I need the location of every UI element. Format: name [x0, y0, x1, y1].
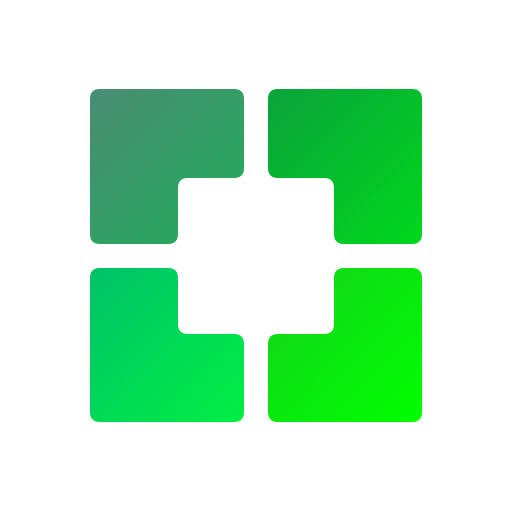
logo-quadrant-bottom-right: [268, 268, 422, 422]
logo-canvas: [0, 0, 512, 512]
logo-quadrant-top-left: [90, 89, 244, 244]
four-corner-bracket-logo-icon: [90, 89, 422, 422]
logo-quadrant-bottom-left: [90, 268, 244, 422]
logo-quadrant-top-right: [268, 89, 422, 244]
